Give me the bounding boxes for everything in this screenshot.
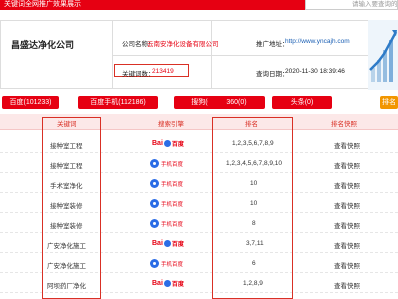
column-header-snapshot: 排名快照 [331,121,357,128]
baidu-mobile-logo-icon: 手机百度 [150,198,183,209]
baidu-logo-icon: Bai 百度 [152,240,184,248]
ranking-table: 关键词 搜索引擎 排名 排名快照 接种室工程 Bai 百度 1,2,3,5,6,7… [0,114,398,299]
top-bar: 关键词全网推广效果展示 请输入要查询的 [0,0,398,10]
snapshot-link[interactable]: 查看快照 [334,280,360,290]
site-link[interactable]: http://www.yncajh.com [285,38,350,45]
baidu-mobile-logo-icon: 手机百度 [150,218,183,229]
keyword-count-label: 关键词数： [122,71,155,78]
baidu-mobile-logo-icon: 手机百度 [150,158,183,169]
column-header-engine: 搜索引擎 [158,121,184,128]
baidu-logo-icon: Bai 百度 [152,280,184,288]
snapshot-link[interactable]: 查看快照 [334,260,360,270]
keyword-count-value: 213419 [152,68,174,75]
search-input[interactable]: 请输入要查询的 [305,0,398,10]
keyword-column-highlight [42,117,101,299]
divider [112,55,369,56]
baidu-logo-icon: Bai 百度 [152,140,184,148]
query-date-label: 查询日期： [256,71,289,78]
rank-column-highlight [212,117,293,299]
tab-360[interactable]: 360(0) [208,96,265,109]
query-date-value: 2020-11-30 18:39:46 [285,68,345,75]
company-info-panel: 昌盛达净化公司 公司名称： 云南安净化设备有限公司 推广地址： http://w… [0,20,370,89]
snapshot-link[interactable]: 查看快照 [334,200,360,210]
company-value: 云南安净化设备有限公司 [147,41,219,48]
baidu-mobile-logo-icon: 手机百度 [150,178,183,189]
page-title: 关键词全网推广效果展示 [4,1,81,8]
engine-tabs: 百度(101233) 百度手机(112186) 搜狗(0) 360(0) 头条(… [0,96,398,109]
snapshot-link[interactable]: 查看快照 [334,160,360,170]
tab-baidu[interactable]: 百度(101233) [2,96,59,109]
snapshot-link[interactable]: 查看快照 [334,220,360,230]
company-name: 昌盛达净化公司 [11,40,75,50]
snapshot-link[interactable]: 查看快照 [334,240,360,250]
growth-chart-icon [368,20,398,90]
tab-ranking[interactable]: 排名 [380,96,398,109]
tab-baidu-mobile[interactable]: 百度手机(112186) [78,96,158,109]
site-label: 推广地址： [256,41,289,48]
baidu-mobile-logo-icon: 手机百度 [150,258,183,269]
tab-toutiao[interactable]: 头条(0) [272,96,332,109]
snapshot-link[interactable]: 查看快照 [334,180,360,190]
snapshot-link[interactable]: 查看快照 [334,140,360,150]
